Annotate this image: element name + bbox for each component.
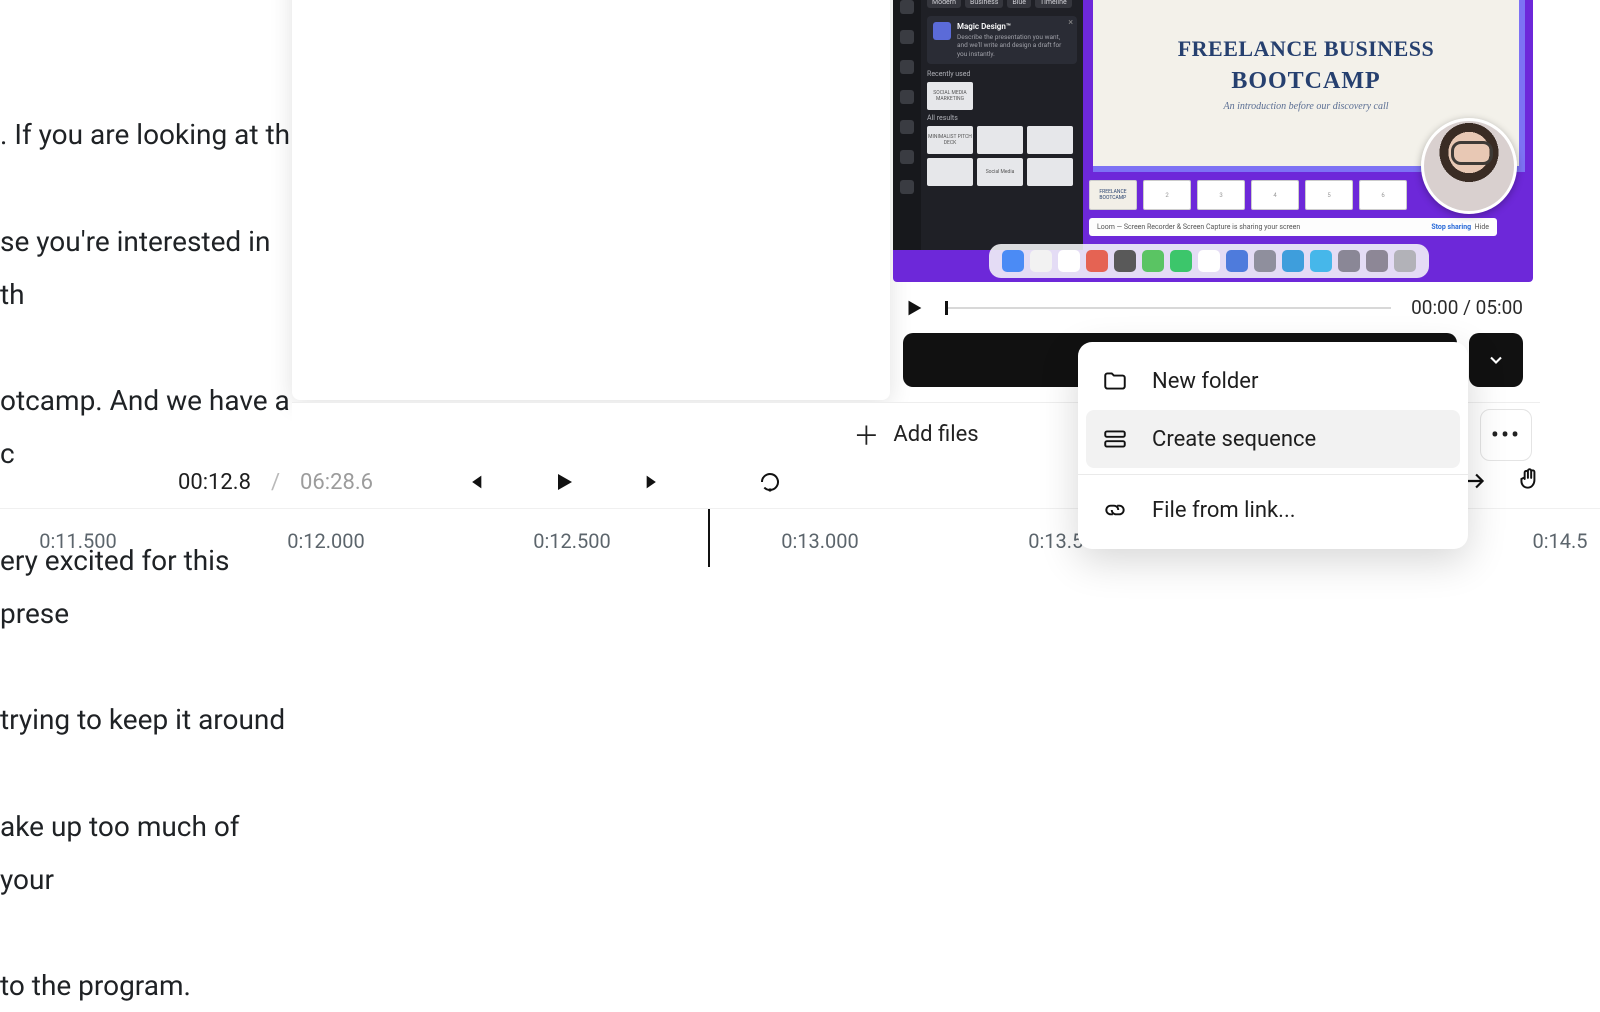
link-icon (1102, 497, 1128, 523)
player-controls: 00:00 / 05:00 (893, 282, 1533, 333)
transcript-line: trying to keep it around (0, 703, 285, 736)
folder-icon (1102, 368, 1128, 394)
magic-design-card: Magic Design™ Describe the presentation … (927, 16, 1077, 64)
canva-sidebar (893, 0, 921, 250)
play-button[interactable] (903, 297, 925, 319)
action-dropdown-button[interactable] (1469, 333, 1523, 387)
video-preview[interactable]: Modern Business Blue Timeline Magic Desi… (893, 0, 1533, 282)
editor-panel[interactable] (292, 0, 890, 400)
scrubber-head[interactable] (945, 301, 948, 315)
slide-strip: FREELANCEBOOTCAMP 2 3 4 5 6 (1089, 180, 1407, 210)
menu-item-label: File from link... (1152, 498, 1296, 523)
hand-tool-icon[interactable] (1516, 466, 1542, 492)
transcript-line: ake up too much of your (0, 810, 240, 896)
total-duration: 06:28.6 (300, 470, 373, 495)
ruler-mark: 0:12.000 (287, 529, 365, 553)
ruler-mark: 0:13.000 (781, 529, 859, 553)
menu-item-file-from-link[interactable]: File from link... (1078, 481, 1468, 539)
skip-back-button[interactable] (461, 469, 487, 495)
add-menu-dropdown: New folder Create sequence File from link.… (1078, 342, 1468, 549)
preview-time: 00:00 / 05:00 (1411, 296, 1523, 319)
ruler-mark: 0:11.500 (39, 529, 117, 553)
more-options-button[interactable]: ••• (1480, 409, 1532, 461)
webcam-bubble (1421, 118, 1517, 214)
transcript-line: to the program. (0, 969, 191, 1002)
skip-forward-button[interactable] (641, 469, 667, 495)
screen-share-bar: Loom — Screen Recorder & Screen Capture … (1089, 218, 1497, 236)
current-time: 00:12.8 (178, 470, 251, 495)
ruler-mark: 0:12.500 (533, 529, 611, 553)
macos-dock (989, 244, 1429, 278)
ruler-mark: 0:14.5 (1532, 529, 1587, 553)
loop-button[interactable] (757, 469, 783, 495)
menu-item-new-folder[interactable]: New folder (1078, 352, 1468, 410)
preview-scrubber[interactable] (945, 307, 1391, 309)
transcript-line: . If you are looking at thi (0, 118, 297, 151)
menu-item-label: New folder (1152, 369, 1258, 394)
menu-item-create-sequence[interactable]: Create sequence (1086, 410, 1460, 468)
sequence-icon (1102, 426, 1128, 452)
playhead[interactable] (708, 509, 710, 567)
transcript-line: se you're interested in th (0, 225, 270, 311)
menu-item-label: Create sequence (1152, 427, 1316, 452)
time-separator: / (271, 470, 280, 495)
add-files-label: Add files (893, 422, 978, 447)
plus-icon: ＋ (853, 416, 879, 453)
canva-panel: Modern Business Blue Timeline Magic Desi… (921, 0, 1083, 250)
preview-area: Modern Business Blue Timeline Magic Desi… (893, 0, 1533, 387)
play-pause-button[interactable] (551, 469, 577, 495)
